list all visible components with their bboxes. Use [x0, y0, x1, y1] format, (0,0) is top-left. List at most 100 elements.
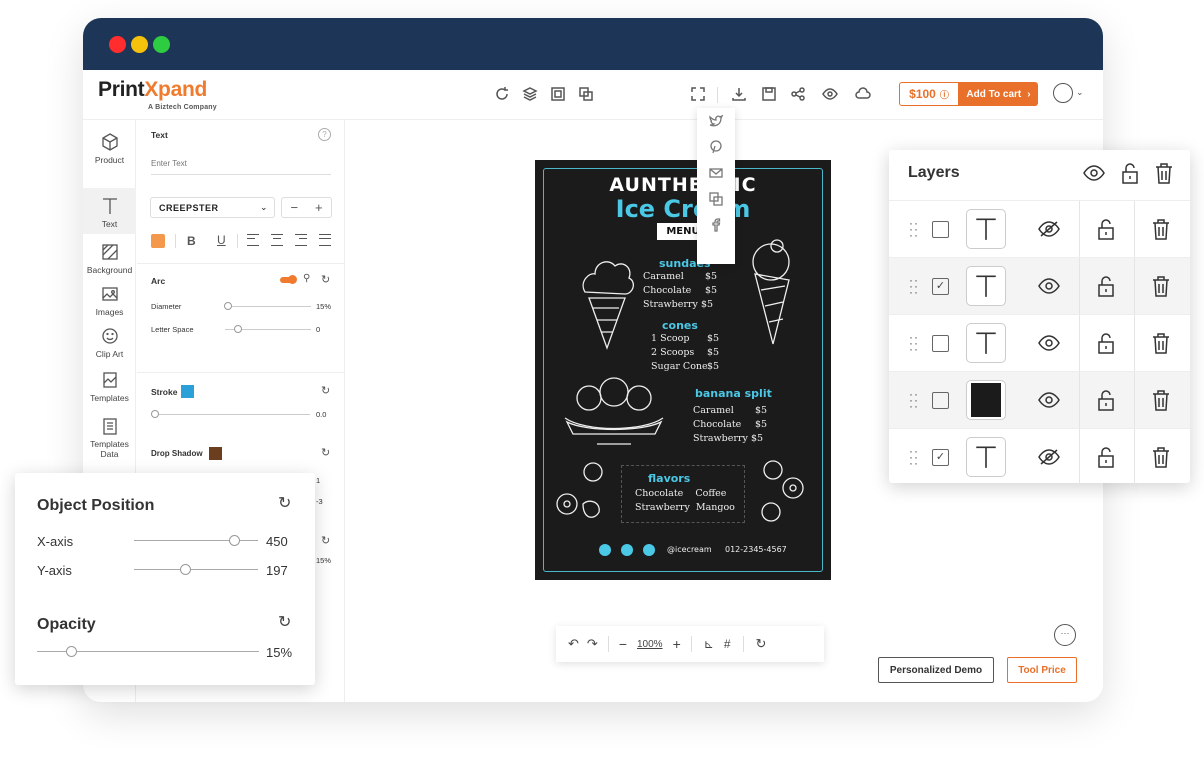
reset-view-icon[interactable]: ↻	[756, 636, 767, 652]
email-share-icon[interactable]	[697, 160, 735, 186]
layer-checkbox[interactable]	[932, 392, 949, 409]
minimize-window-button[interactable]	[131, 36, 148, 53]
drag-handle-icon[interactable]: ·· ·· ··	[909, 274, 919, 298]
social-handle[interactable]: @icecream	[667, 545, 712, 554]
menu-title-ice-cream[interactable]: Ice Cream	[535, 195, 831, 223]
trash-icon[interactable]	[1152, 446, 1170, 468]
undo-icon[interactable]: ↶	[568, 636, 579, 652]
bold-icon[interactable]: B	[187, 234, 196, 248]
eye-icon[interactable]	[1038, 390, 1060, 410]
stroke-slider[interactable]	[155, 414, 310, 415]
font-size-stepper[interactable]: − +	[281, 197, 332, 218]
reset-position-icon[interactable]: ↻	[278, 493, 291, 513]
lock-icon[interactable]	[1097, 275, 1115, 297]
drag-handle-icon[interactable]: ·· ·· ··	[909, 445, 919, 469]
sidebar-item-text[interactable]: Text	[83, 188, 136, 234]
sidebar-item-templates[interactable]: Templates	[83, 370, 136, 414]
trash-icon[interactable]	[1152, 332, 1170, 354]
sidebar-item-clip-art[interactable]: Clip Art	[83, 326, 136, 368]
trash-icon[interactable]	[1152, 218, 1170, 240]
flavors-row[interactable]: Strawberry Mangoo	[635, 502, 735, 513]
personalized-demo-button[interactable]: Personalized Demo	[878, 657, 994, 683]
split-price[interactable]: $5	[751, 433, 763, 444]
y-axis-slider[interactable]	[134, 569, 258, 570]
sundae-price[interactable]: $5	[701, 299, 713, 310]
sidebar-item-background[interactable]: Background	[83, 242, 136, 288]
align-center-icon[interactable]	[271, 234, 283, 246]
share-icon[interactable]	[786, 82, 810, 106]
duplicate-icon[interactable]	[574, 82, 598, 106]
text-input[interactable]	[151, 153, 331, 175]
cone-item[interactable]: 1 Scoop	[651, 333, 689, 344]
layer-row[interactable]: ·· ·· ··	[889, 200, 1190, 257]
sundae-item[interactable]: Caramel	[643, 271, 684, 282]
diameter-slider[interactable]	[225, 306, 311, 307]
align-left-icon[interactable]	[247, 234, 259, 246]
sidebar-item-images[interactable]: Images	[83, 284, 136, 326]
eye-icon[interactable]	[1038, 333, 1060, 353]
close-window-button[interactable]	[109, 36, 126, 53]
phone-number[interactable]: 012-2345-4567	[725, 545, 787, 554]
reset-opacity-icon[interactable]: ↻	[321, 534, 330, 547]
pinterest-share-icon[interactable]	[697, 134, 735, 160]
brand-logo[interactable]: PrintXpand A Biztech Company	[98, 78, 217, 111]
reset-shadow-icon[interactable]: ↻	[321, 446, 330, 459]
drag-handle-icon[interactable]: ·· ·· ··	[909, 388, 919, 412]
layer-row[interactable]: ·· ·· ··	[889, 371, 1190, 428]
reset-arc-icon[interactable]: ↻	[321, 273, 330, 286]
lock-icon[interactable]	[1097, 218, 1115, 240]
ruler-icon[interactable]: ⊾	[704, 637, 714, 651]
redo-icon[interactable]: ↷	[587, 636, 598, 652]
diameter-slider-thumb[interactable]	[224, 302, 232, 310]
sundae-price[interactable]: $5	[705, 271, 717, 282]
eye-off-icon[interactable]	[1038, 219, 1060, 239]
refresh-icon[interactable]	[490, 82, 514, 106]
layer-thumbnail[interactable]	[966, 437, 1006, 477]
lock-icon[interactable]	[1097, 389, 1115, 411]
reset-stroke-icon[interactable]: ↻	[321, 384, 330, 397]
flip-icon[interactable]: ⚲	[303, 273, 310, 284]
preview-icon[interactable]	[818, 82, 842, 106]
chevron-down-icon[interactable]: ⌄	[1076, 87, 1084, 98]
shadow-color-swatch[interactable]	[209, 447, 222, 460]
cone-item[interactable]: Sugar Cone	[651, 361, 708, 372]
cone-price[interactable]: $5	[707, 347, 719, 358]
underline-icon[interactable]: U	[217, 233, 226, 247]
grid-icon[interactable]: #	[724, 637, 731, 651]
flavors-row[interactable]: Chocolate Coffee	[635, 488, 726, 499]
maximize-window-button[interactable]	[153, 36, 170, 53]
text-color-swatch[interactable]	[151, 234, 165, 248]
ice-cream-menu-design[interactable]: AUNTHENTIC Ice Cream MENU sundaes Carame…	[535, 160, 831, 580]
help-icon[interactable]: ?	[318, 128, 331, 141]
twitter-share-icon[interactable]	[697, 108, 735, 134]
cone-price[interactable]: $5	[707, 361, 719, 372]
banana-split-heading[interactable]: banana split	[695, 387, 772, 400]
layer-row[interactable]: ·· ·· ·· ✓	[889, 257, 1190, 314]
layer-thumbnail[interactable]	[966, 380, 1006, 420]
zoom-in-icon[interactable]: +	[673, 636, 681, 652]
split-item[interactable]: Chocolate	[693, 419, 741, 430]
facebook-share-icon[interactable]	[697, 212, 735, 238]
chat-icon[interactable]: ···	[1054, 624, 1076, 646]
cloud-icon[interactable]	[851, 82, 875, 106]
split-price[interactable]: $5	[755, 419, 767, 430]
tool-price-button[interactable]: Tool Price	[1007, 657, 1077, 683]
align-justify-icon[interactable]	[319, 234, 331, 246]
cone-price[interactable]: $5	[707, 333, 719, 344]
layer-checkbox[interactable]: ✓	[932, 278, 949, 295]
layer-checkbox[interactable]	[932, 335, 949, 352]
sundae-item[interactable]: Strawberry	[643, 299, 698, 310]
drag-handle-icon[interactable]: ·· ·· ··	[909, 217, 919, 241]
sidebar-item-product[interactable]: Product	[83, 132, 136, 178]
arc-toggle[interactable]	[280, 275, 297, 284]
trash-icon[interactable]	[1152, 389, 1170, 411]
cones-heading[interactable]: cones	[662, 319, 698, 332]
layers-icon[interactable]	[518, 82, 542, 106]
copy-link-icon[interactable]	[697, 186, 735, 212]
lock-icon[interactable]	[1097, 446, 1115, 468]
layer-checkbox[interactable]: ✓	[932, 449, 949, 466]
zoom-out-icon[interactable]: −	[619, 636, 627, 652]
stroke-slider-thumb[interactable]	[151, 410, 159, 418]
y-axis-slider-thumb[interactable]	[180, 564, 191, 575]
fullscreen-icon[interactable]	[686, 82, 710, 106]
